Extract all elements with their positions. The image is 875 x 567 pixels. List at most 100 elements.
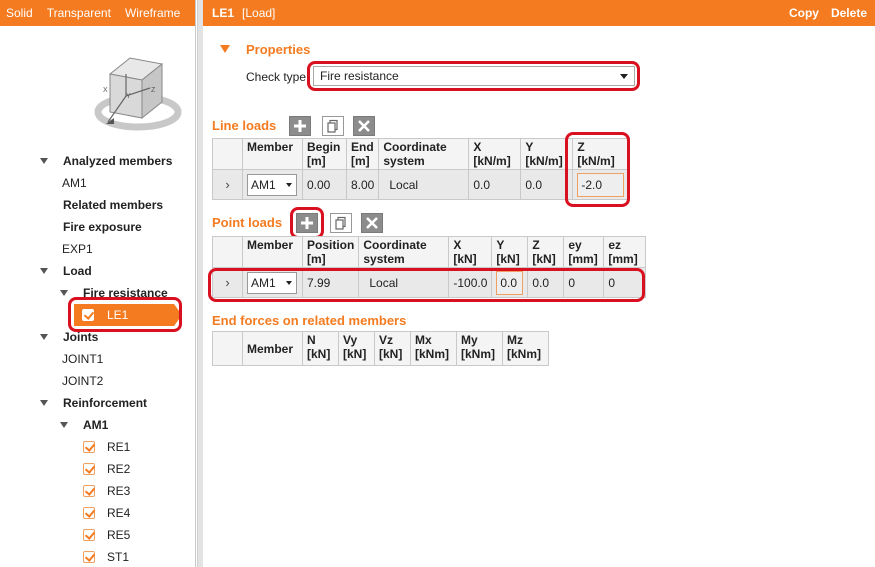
properties-title: Properties bbox=[246, 42, 311, 57]
ey-cell[interactable]: 0 bbox=[563, 267, 605, 298]
column-header: X [kN/m] bbox=[468, 138, 522, 170]
position-cell[interactable]: 7.99 bbox=[301, 267, 360, 298]
tree-item-re5[interactable]: RE5 bbox=[0, 524, 196, 546]
tree-item-re1[interactable]: RE1 bbox=[0, 436, 196, 458]
sidebar: Solid Transparent Wireframe X Y Z Analyz… bbox=[0, 0, 196, 567]
checkbox-checked-icon[interactable] bbox=[82, 309, 94, 321]
view-solid-button[interactable]: Solid bbox=[0, 6, 40, 20]
tree-item-fire-exposure[interactable]: Fire exposure bbox=[0, 216, 196, 238]
project-tree: Analyzed members AM1 Related members Fir… bbox=[0, 150, 196, 567]
tree-item-load[interactable]: Load bbox=[0, 260, 196, 282]
column-header: End [m] bbox=[345, 138, 380, 170]
column-header: Y [kN/m] bbox=[520, 138, 574, 170]
tree-label: Fire resistance bbox=[83, 286, 168, 300]
table-row[interactable]: › AM1 7.99 Local -100.0 0.0 0.0 0 0 bbox=[212, 267, 647, 298]
tree-item-am1[interactable]: AM1 bbox=[0, 172, 196, 194]
column-header: Member bbox=[242, 236, 303, 268]
delete-point-load-button[interactable] bbox=[361, 213, 383, 233]
row-expand-icon[interactable]: › bbox=[212, 267, 243, 298]
begin-cell[interactable]: 0.00 bbox=[302, 169, 347, 200]
checkbox-checked-icon[interactable] bbox=[83, 485, 95, 497]
member-select[interactable]: AM1 bbox=[247, 271, 297, 294]
item-header-bar: LE1 [Load] Copy Delete bbox=[203, 0, 875, 26]
x-cell[interactable]: -100.0 bbox=[448, 267, 493, 298]
expand-icon[interactable] bbox=[40, 400, 48, 406]
checkbox-checked-icon[interactable] bbox=[83, 529, 95, 541]
table-row[interactable]: › AM1 0.00 8.00 Local 0.0 0.0 -2.0 bbox=[212, 169, 630, 200]
y-input[interactable]: 0.0 bbox=[496, 270, 524, 295]
copy-point-load-button[interactable] bbox=[330, 213, 352, 233]
end-cell[interactable]: 8.00 bbox=[345, 169, 380, 200]
tree-item-le1[interactable]: LE1 bbox=[0, 304, 196, 326]
tree-item-reinforcement[interactable]: Reinforcement bbox=[0, 392, 196, 414]
expand-icon[interactable] bbox=[60, 290, 68, 296]
tree-item-am1-reinforcement[interactable]: AM1 bbox=[0, 414, 196, 436]
tree-item-exp1[interactable]: EXP1 bbox=[0, 238, 196, 260]
z-cell[interactable]: 0.0 bbox=[527, 267, 565, 298]
column-header: Z [kN] bbox=[527, 236, 565, 268]
column-header: Vy [kN] bbox=[338, 331, 375, 366]
column-header: My [kNm] bbox=[456, 331, 503, 366]
member-select[interactable]: AM1 bbox=[247, 173, 297, 196]
view-cube-icon[interactable]: X Y Z bbox=[0, 26, 196, 148]
selected-tree-item[interactable]: LE1 bbox=[74, 304, 182, 326]
table-header-row: Member Begin [m] End [m] Coordinate syst… bbox=[212, 138, 630, 170]
view-cube[interactable]: X Y Z bbox=[0, 26, 195, 148]
checkbox-checked-icon[interactable] bbox=[83, 507, 95, 519]
column-header: Z [kN/m] bbox=[572, 138, 630, 170]
row-expand-icon[interactable]: › bbox=[212, 169, 243, 200]
checkbox-checked-icon[interactable] bbox=[83, 441, 95, 453]
coord-cell[interactable]: Local bbox=[378, 169, 470, 200]
view-transparent-button[interactable]: Transparent bbox=[40, 6, 118, 20]
z-cell[interactable]: -2.0 bbox=[572, 169, 630, 200]
column-header: Position [m] bbox=[301, 236, 360, 268]
add-line-load-button[interactable] bbox=[289, 116, 311, 136]
expand-icon[interactable] bbox=[60, 422, 68, 428]
delete-button[interactable]: Delete bbox=[831, 6, 867, 20]
chevron-down-icon bbox=[286, 280, 292, 285]
row-selector-header bbox=[212, 236, 243, 268]
tree-item-related-members[interactable]: Related members bbox=[0, 194, 196, 216]
coord-cell[interactable]: Local bbox=[358, 267, 450, 298]
delete-line-load-button[interactable] bbox=[353, 116, 375, 136]
tree-item-joints[interactable]: Joints bbox=[0, 326, 196, 348]
check-type-value: Fire resistance bbox=[320, 69, 399, 83]
line-loads-table: Member Begin [m] End [m] Coordinate syst… bbox=[212, 138, 630, 200]
row-selector-header bbox=[212, 331, 243, 366]
plus-icon bbox=[301, 217, 313, 229]
tree-item-joint1[interactable]: JOINT1 bbox=[0, 348, 196, 370]
ez-cell[interactable]: 0 bbox=[603, 267, 647, 298]
y-cell[interactable]: 0.0 bbox=[520, 169, 574, 200]
copy-line-load-button[interactable] bbox=[322, 116, 344, 136]
tree-item-st1[interactable]: ST1 bbox=[0, 546, 196, 567]
tree-item-fire-resistance[interactable]: Fire resistance bbox=[0, 282, 196, 304]
tree-item-analyzed-members[interactable]: Analyzed members bbox=[0, 150, 196, 172]
add-point-load-button[interactable] bbox=[296, 213, 318, 233]
check-type-select[interactable]: Fire resistance bbox=[313, 66, 635, 86]
column-header: Coordinate system bbox=[378, 138, 470, 170]
member-cell[interactable]: AM1 bbox=[242, 267, 303, 298]
expand-icon[interactable] bbox=[40, 268, 48, 274]
expand-icon[interactable] bbox=[40, 158, 48, 164]
checkbox-checked-icon[interactable] bbox=[83, 551, 95, 563]
tree-item-re3[interactable]: RE3 bbox=[0, 480, 196, 502]
tree-item-re4[interactable]: RE4 bbox=[0, 502, 196, 524]
tree-item-joint2[interactable]: JOINT2 bbox=[0, 370, 196, 392]
checkbox-checked-icon[interactable] bbox=[83, 463, 95, 475]
column-header: Vz [kN] bbox=[374, 331, 411, 366]
y-cell[interactable]: 0.0 bbox=[491, 267, 529, 298]
tree-label: JOINT1 bbox=[62, 352, 104, 366]
tree-item-re2[interactable]: RE2 bbox=[0, 458, 196, 480]
close-icon bbox=[366, 217, 378, 229]
x-cell[interactable]: 0.0 bbox=[468, 169, 522, 200]
panel-splitter[interactable] bbox=[197, 0, 203, 567]
copy-button[interactable]: Copy bbox=[789, 6, 819, 20]
svg-text:Z: Z bbox=[151, 87, 156, 94]
member-cell[interactable]: AM1 bbox=[242, 169, 303, 200]
z-input[interactable]: -2.0 bbox=[577, 172, 625, 197]
expand-icon[interactable] bbox=[40, 334, 48, 340]
column-header: X [kN] bbox=[448, 236, 493, 268]
view-wireframe-button[interactable]: Wireframe bbox=[118, 6, 187, 20]
collapse-icon[interactable] bbox=[220, 45, 230, 53]
member-value: AM1 bbox=[251, 177, 276, 192]
